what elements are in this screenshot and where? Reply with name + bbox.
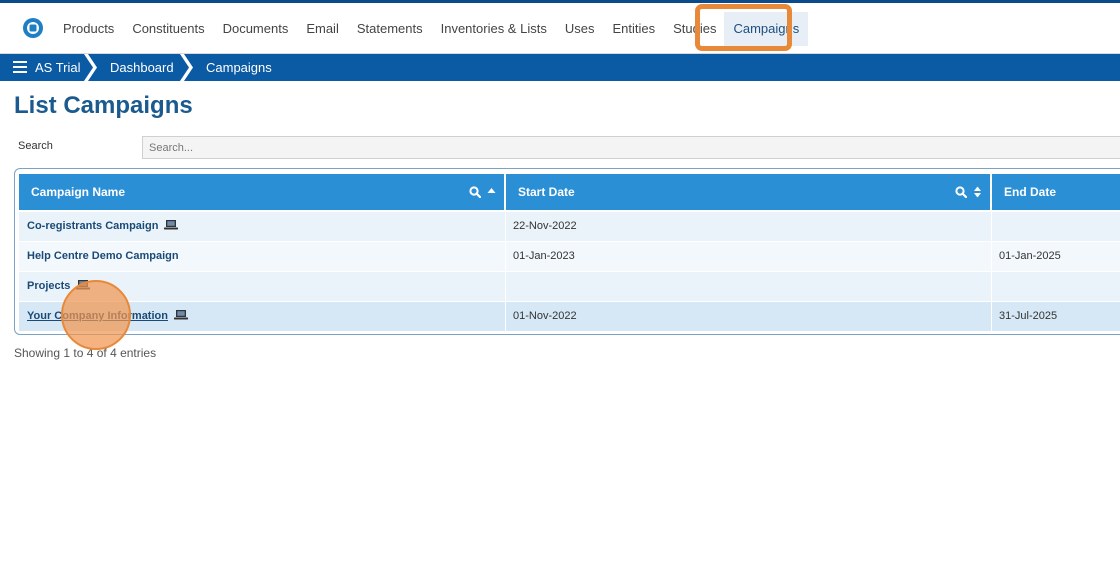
table-row[interactable]: Help Centre Demo Campaign 01-Jan-2023 01… (19, 242, 1120, 271)
column-header-end-date[interactable]: End Date (992, 174, 1120, 210)
search-input[interactable] (142, 136, 1120, 159)
campaign-name-link[interactable]: Your Company Information (27, 310, 168, 322)
nav-email[interactable]: Email (297, 3, 348, 54)
breadcrumb-item-as-trial[interactable]: AS Trial (35, 54, 81, 81)
end-date-cell (991, 212, 1120, 241)
column-header-label: End Date (1004, 185, 1057, 199)
breadcrumb-item-campaigns: Campaigns (206, 60, 272, 75)
nav-inventories-lists[interactable]: Inventories & Lists (432, 3, 556, 54)
main-menu: Products Constituents Documents Email St… (54, 3, 809, 54)
nav-statements[interactable]: Statements (348, 3, 432, 54)
breadcrumb-separator-icon (180, 54, 193, 81)
nav-constituents[interactable]: Constituents (123, 3, 213, 54)
nav-uses[interactable]: Uses (556, 3, 604, 54)
search-icon[interactable] (955, 186, 967, 198)
column-header-start-date[interactable]: Start Date (506, 174, 990, 210)
search-icon[interactable] (469, 186, 481, 198)
app-logo-icon[interactable] (22, 17, 44, 39)
start-date-cell: 22-Nov-2022 (513, 220, 577, 232)
campaign-name-cell[interactable]: Co-registrants Campaign (19, 212, 505, 241)
start-date-cell: 01-Nov-2022 (513, 310, 577, 322)
table-row[interactable]: Projects (19, 272, 1120, 301)
end-date-cell: 01-Jan-2025 (999, 250, 1061, 262)
table-row[interactable]: Your Company Information 01-Nov-2022 31-… (19, 302, 1120, 331)
breadcrumb-separator-icon (84, 54, 97, 81)
end-date-cell: 31-Jul-2025 (999, 310, 1058, 322)
laptop-icon (164, 220, 179, 230)
start-date-cell (505, 272, 991, 301)
nav-entities[interactable]: Entities (603, 3, 664, 54)
table-row[interactable]: Co-registrants Campaign 22-Nov-2022 (19, 212, 1120, 241)
nav-studies[interactable]: Studies (664, 3, 722, 54)
column-header-label: Start Date (518, 185, 575, 199)
breadcrumb-item-dashboard[interactable]: Dashboard (110, 54, 174, 81)
campaign-name-link[interactable]: Help Centre Demo Campaign (27, 250, 179, 262)
end-date-cell (991, 272, 1120, 301)
table-header: Campaign Name Start Date End Date (19, 174, 1120, 210)
search-label: Search (18, 140, 53, 152)
nav-campaigns[interactable]: Campaigns (724, 11, 809, 46)
sort-asc-icon[interactable] (487, 186, 496, 198)
campaign-name-link[interactable]: Projects (27, 280, 70, 292)
laptop-icon (174, 310, 189, 320)
column-header-label: Campaign Name (31, 185, 126, 199)
campaign-name-link[interactable]: Co-registrants Campaign (27, 220, 158, 232)
campaign-name-cell[interactable]: Help Centre Demo Campaign (19, 242, 505, 271)
laptop-icon (76, 280, 91, 290)
start-date-cell: 01-Jan-2023 (513, 250, 575, 262)
table-info-text: Showing 1 to 4 of 4 entries (14, 346, 157, 360)
hamburger-icon[interactable] (13, 61, 27, 73)
column-header-campaign-name[interactable]: Campaign Name (19, 174, 504, 210)
nav-products[interactable]: Products (54, 3, 123, 54)
page-title: List Campaigns (14, 92, 193, 119)
top-navigation: Products Constituents Documents Email St… (0, 3, 1120, 54)
campaign-name-cell[interactable]: Projects (19, 272, 505, 301)
sort-both-icon[interactable] (973, 186, 982, 198)
campaign-name-cell[interactable]: Your Company Information (19, 302, 505, 331)
breadcrumb: AS Trial Dashboard Campaigns (0, 54, 1120, 81)
nav-documents[interactable]: Documents (214, 3, 298, 54)
